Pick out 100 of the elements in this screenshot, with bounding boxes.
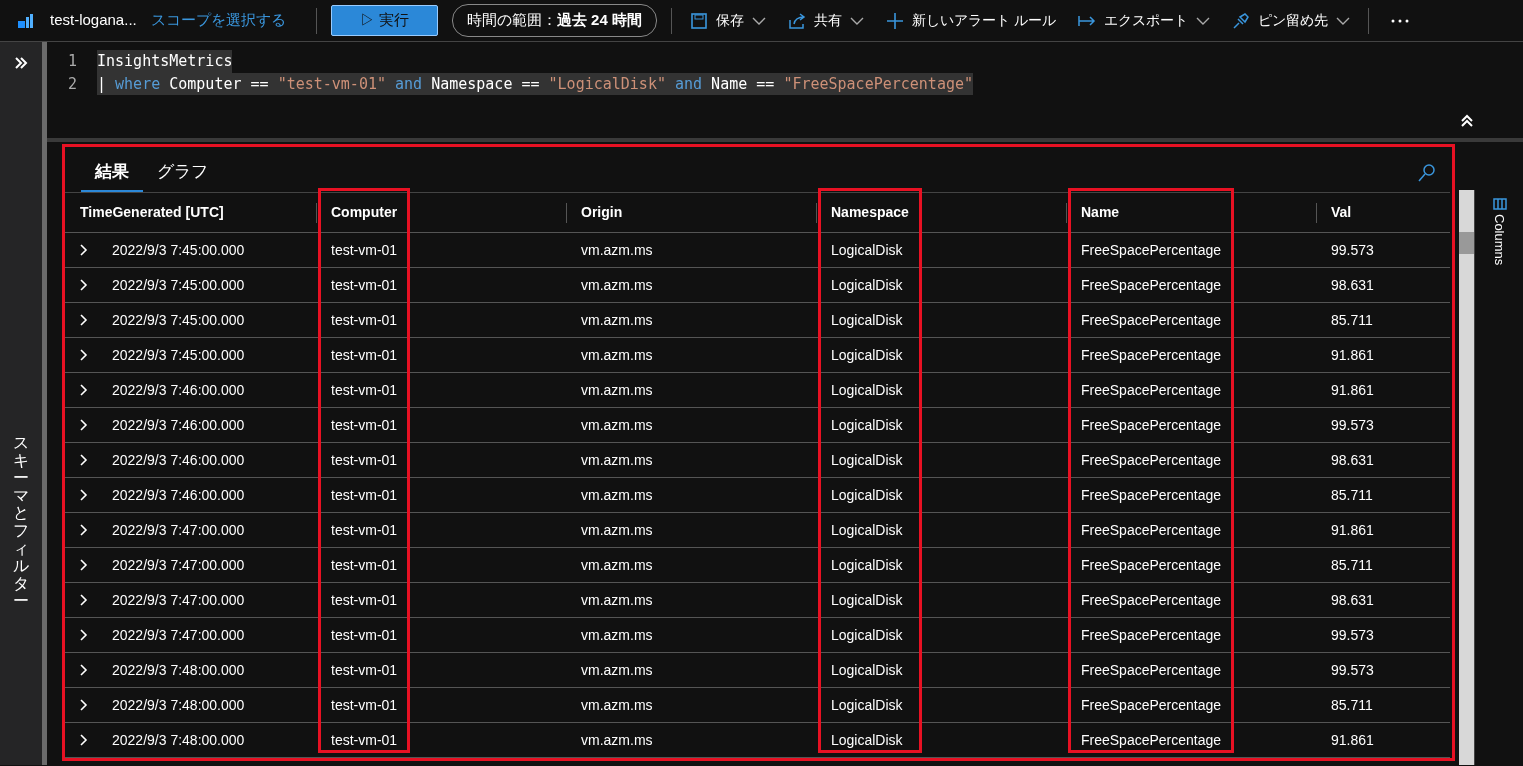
table-cell-text: LogicalDisk	[831, 345, 903, 365]
table-cell-text: vm.azm.ms	[581, 310, 653, 330]
table-cell-text: 2022/9/3 7:45:00.000	[112, 240, 245, 260]
table-cell-text: LogicalDisk	[831, 625, 903, 645]
table-cell-text: 85.711	[1331, 555, 1373, 575]
table-cell-text: 2022/9/3 7:47:00.000	[112, 555, 245, 575]
table-cell-text: FreeSpacePercentage	[1081, 415, 1222, 435]
table-cell-text: 91.861	[1331, 730, 1374, 750]
table-cell-text: 85.711	[1331, 695, 1373, 715]
workspace-name: test-logana...	[50, 10, 137, 31]
table-cell-text: 2022/9/3 7:48:00.000	[112, 730, 245, 750]
table-cell-text: test-vm-01	[331, 660, 398, 680]
table-cell-text: FreeSpacePercentage	[1081, 625, 1222, 645]
table-cell-text: LogicalDisk	[831, 730, 903, 750]
table-cell-text: FreeSpacePercentage	[1081, 730, 1222, 750]
columns-icon	[1492, 198, 1507, 210]
toolbar-button[interactable]: 新しいアラート ルール	[881, 10, 1060, 31]
table-cell-text: test-vm-01	[331, 450, 398, 470]
chevron-right-icon	[80, 629, 88, 641]
chevron-right-icon	[80, 699, 88, 711]
scrollbar-thumb[interactable]	[1459, 232, 1474, 254]
share-icon	[787, 11, 806, 30]
chevron-right-icon	[80, 664, 88, 676]
chevron-right-icon	[80, 594, 88, 606]
table-cell-text: 85.711	[1331, 485, 1373, 505]
chevron-right-icon	[80, 419, 88, 431]
table-cell-text: LogicalDisk	[831, 450, 903, 470]
results-tab[interactable]: グラフ	[143, 150, 222, 192]
line-number: 1	[66, 51, 78, 72]
column-header[interactable]: Computer	[316, 192, 566, 233]
sidebar-label[interactable]: スキーマとフィルター	[13, 434, 29, 610]
table-cell-text: 2022/9/3 7:46:00.000	[112, 450, 245, 470]
table-cell-text: 2022/9/3 7:45:00.000	[112, 310, 245, 330]
table-cell-text: 98.631	[1331, 590, 1374, 610]
table-cell-text: vm.azm.ms	[581, 450, 653, 470]
results-tab[interactable]: 結果	[81, 150, 143, 192]
time-range-button[interactable]: 時間の範囲：過去 24 時間	[451, 4, 657, 37]
run-button[interactable]: ▷ 実行	[330, 5, 438, 36]
toolbar-button[interactable]: 保存	[685, 10, 770, 31]
column-header[interactable]: TimeGenerated [UTC]	[65, 192, 316, 233]
table-cell-text: 91.861	[1331, 520, 1374, 540]
scope-link[interactable]: スコープを選択する	[150, 9, 286, 32]
column-header[interactable]: Val	[1316, 192, 1450, 233]
toolbar-button[interactable]: エクスポート	[1073, 10, 1214, 31]
table-cell-text: 99.573	[1331, 625, 1374, 645]
column-header[interactable]: Name	[1066, 192, 1316, 233]
table-cell-text: 99.573	[1331, 415, 1374, 435]
line-number: 2	[66, 73, 78, 95]
table-cell-text: 2022/9/3 7:48:00.000	[112, 695, 245, 715]
table-cell-text: test-vm-01	[331, 520, 398, 540]
table-cell-text: 2022/9/3 7:45:00.000	[112, 345, 245, 365]
table-cell-text: test-vm-01	[331, 275, 398, 295]
save-icon	[689, 11, 708, 30]
table-cell-text: FreeSpacePercentage	[1081, 660, 1222, 680]
toolbar-button[interactable]: ピン留め先	[1227, 10, 1354, 31]
chevron-right-icon	[80, 244, 88, 256]
table-cell-text: LogicalDisk	[831, 555, 903, 575]
table-cell-text: LogicalDisk	[831, 275, 903, 295]
table-cell-text: FreeSpacePercentage	[1081, 345, 1222, 365]
table-cell-text: FreeSpacePercentage	[1081, 380, 1222, 400]
chevron-right-icon	[80, 559, 88, 571]
table-cell-text: LogicalDisk	[831, 380, 903, 400]
table-cell-text: vm.azm.ms	[581, 275, 653, 295]
table-cell-text: 99.573	[1331, 240, 1374, 260]
table-cell-text: vm.azm.ms	[581, 555, 653, 575]
table-cell-text: LogicalDisk	[831, 590, 903, 610]
table-cell-text: FreeSpacePercentage	[1081, 555, 1222, 575]
table-cell-text: FreeSpacePercentage	[1081, 590, 1222, 610]
table-cell-text: 2022/9/3 7:48:00.000	[112, 660, 245, 680]
table-cell-text: 98.631	[1331, 275, 1374, 295]
table-cell-text: LogicalDisk	[831, 240, 903, 260]
table-cell-text: LogicalDisk	[831, 660, 903, 680]
table-cell-text: FreeSpacePercentage	[1081, 240, 1222, 260]
chevron-right-icon	[80, 489, 88, 501]
toolbar-button[interactable]: 共有	[783, 10, 868, 31]
table-cell-text: test-vm-01	[331, 380, 398, 400]
table-cell-text: LogicalDisk	[831, 695, 903, 715]
table-cell-text: 2022/9/3 7:47:00.000	[112, 625, 245, 645]
column-header[interactable]: Namespace	[816, 192, 1066, 233]
table-cell-text: test-vm-01	[331, 695, 398, 715]
table-cell-text: test-vm-01	[331, 310, 398, 330]
table-cell-text: vm.azm.ms	[581, 415, 653, 435]
column-header[interactable]: Origin	[566, 192, 816, 233]
table-cell-text: LogicalDisk	[831, 415, 903, 435]
table-cell-text: vm.azm.ms	[581, 240, 653, 260]
double-chevron-up-icon	[1460, 113, 1474, 128]
chevron-right-icon	[80, 454, 88, 466]
table-cell-text: vm.azm.ms	[581, 695, 653, 715]
chevron-right-icon	[80, 734, 88, 746]
chevron-right-icon	[80, 524, 88, 536]
table-cell-text: test-vm-01	[331, 240, 398, 260]
double-chevron-right-icon	[14, 55, 28, 70]
table-cell-text: FreeSpacePercentage	[1081, 520, 1222, 540]
table-cell-text: vm.azm.ms	[581, 485, 653, 505]
table-cell-text: 2022/9/3 7:46:00.000	[112, 485, 245, 505]
table-cell-text: 91.861	[1331, 345, 1374, 365]
table-cell-text: 99.573	[1331, 660, 1374, 680]
chevron-right-icon	[80, 279, 88, 291]
pin-icon	[1231, 11, 1250, 30]
columns-button[interactable]: Columns	[1489, 214, 1510, 266]
